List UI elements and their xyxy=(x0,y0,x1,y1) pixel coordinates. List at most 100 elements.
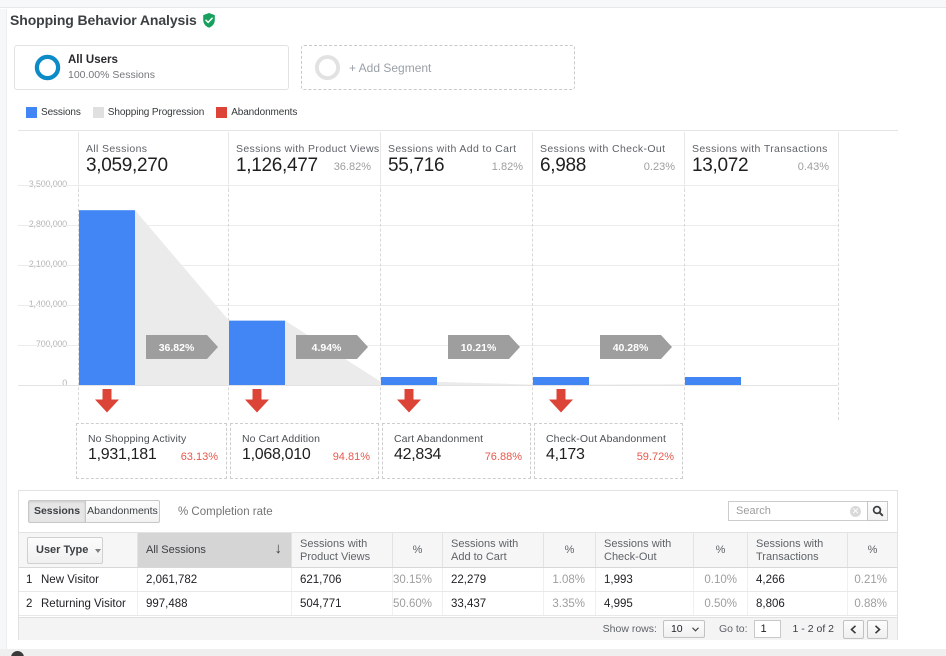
metric-value-cell: 997,488 xyxy=(138,592,292,615)
metric-percent-cell: 0.10% xyxy=(694,568,748,591)
sessions-bar-2[interactable] xyxy=(229,321,285,385)
metric-value-cell: 2,061,782 xyxy=(138,568,292,591)
row-dimension-value: Returning Visitor xyxy=(41,598,126,610)
data-table-card: Sessions Abandonments % Completion rate … xyxy=(18,490,898,640)
column-header-percent[interactable]: % xyxy=(848,533,897,567)
shopping-funnel-chart: 3,500,0002,800,0002,100,0001,400,000700,… xyxy=(18,130,898,478)
search-button[interactable] xyxy=(867,501,888,521)
abandonment-percent: 94.81% xyxy=(333,451,370,463)
tab-abandonments[interactable]: Abandonments xyxy=(86,500,160,523)
row-index: 2 xyxy=(26,598,41,610)
abandonment-card-1: No Shopping Activity1,931,18163.13% xyxy=(76,423,227,479)
legend-label: Shopping Progression xyxy=(108,107,204,118)
next-page-button[interactable] xyxy=(867,620,888,639)
row-index: 1 xyxy=(26,574,41,586)
legend-item-shopping-progression[interactable]: Shopping Progression xyxy=(93,107,204,118)
legend-label: Sessions xyxy=(41,107,81,118)
clear-search-icon[interactable]: ✕ xyxy=(850,506,861,517)
completion-rate-toggle[interactable]: % Completion rate xyxy=(178,506,273,518)
column-header-all-sessions[interactable]: All Sessions ↓ xyxy=(138,533,292,567)
column-header-label: All Sessions xyxy=(146,544,206,557)
column-header-label: Sessions with Add to Cart xyxy=(451,538,518,563)
search-input[interactable] xyxy=(728,501,867,521)
page-title: Shopping Behavior Analysis xyxy=(10,12,197,28)
left-band xyxy=(0,9,7,649)
metric-value-cell: 8,806 xyxy=(748,592,848,615)
sort-descending-icon: ↓ xyxy=(275,542,283,555)
page-bottom-strip xyxy=(0,649,946,656)
metric-percent-cell: 50.60% xyxy=(393,592,443,615)
dimension-selector-button[interactable]: User Type xyxy=(27,537,103,564)
legend-label: Abandonments xyxy=(231,107,297,118)
abandonment-value: 42,834 xyxy=(394,446,441,464)
column-header-label: Sessions with Check-Out xyxy=(604,538,671,563)
column-header-sessions-with-product-views[interactable]: Sessions with Product Views xyxy=(292,533,393,567)
goto-label: Go to: xyxy=(719,623,748,635)
goto-page-input[interactable] xyxy=(754,620,781,638)
abandonment-value: 1,931,181 xyxy=(88,446,156,464)
column-header-percent[interactable]: % xyxy=(544,533,596,567)
progression-shape xyxy=(437,382,533,385)
abandonment-card-4: Check-Out Abandonment4,17359.72% xyxy=(534,423,683,479)
column-header-sessions-with-check-out[interactable]: Sessions with Check-Out xyxy=(596,533,694,567)
report-header: Shopping Behavior Analysis xyxy=(10,11,216,29)
column-header-sessions-with-transactions[interactable]: Sessions with Transactions xyxy=(748,533,848,567)
column-header-label: Sessions with Product Views xyxy=(300,538,370,563)
column-header-label: % xyxy=(716,544,726,557)
add-segment-label: + Add Segment xyxy=(349,61,431,75)
add-segment-button[interactable]: + Add Segment xyxy=(301,45,575,90)
table-tabs: Sessions Abandonments xyxy=(28,500,160,523)
magnifier-icon xyxy=(872,505,884,517)
legend-swatch-icon xyxy=(93,107,104,118)
show-rows-value: 10 xyxy=(671,623,683,635)
transition-percent: 4.94% xyxy=(312,342,342,354)
transition-percent: 36.82% xyxy=(159,342,195,354)
sessions-bar-3[interactable] xyxy=(381,377,437,385)
metric-percent-cell: 0.21% xyxy=(848,568,897,591)
sessions-bar-1[interactable] xyxy=(79,210,135,385)
metric-percent-cell: 0.88% xyxy=(848,592,897,615)
transition-percent: 40.28% xyxy=(613,342,649,354)
table-row: 2Returning Visitor997,488504,77150.60%33… xyxy=(19,592,897,616)
metric-percent-cell: 30.15% xyxy=(393,568,443,591)
row-dimension-cell: 2Returning Visitor xyxy=(19,592,138,615)
metric-value-cell: 4,995 xyxy=(596,592,694,615)
legend-swatch-icon xyxy=(216,107,227,118)
abandonment-arrow-icon xyxy=(245,389,269,413)
abandonment-label: Check-Out Abandonment xyxy=(546,433,666,445)
column-header-label: % xyxy=(413,544,423,557)
previous-page-button[interactable] xyxy=(843,620,864,639)
tab-sessions[interactable]: Sessions xyxy=(28,500,86,523)
chart-legend: Sessions Shopping Progression Abandonments xyxy=(26,107,309,118)
transition-percent: 10.21% xyxy=(461,342,497,354)
metric-value-cell: 4,266 xyxy=(748,568,848,591)
table-row: 1New Visitor2,061,782621,70630.15%22,279… xyxy=(19,568,897,592)
legend-item-sessions[interactable]: Sessions xyxy=(26,107,81,118)
column-header-percent[interactable]: % xyxy=(393,533,443,567)
column-header-label: Sessions with Transactions xyxy=(756,538,823,563)
column-header-sessions-with-add-to-cart[interactable]: Sessions with Add to Cart xyxy=(443,533,544,567)
abandonment-value: 4,173 xyxy=(546,446,585,464)
metric-percent-cell: 3.35% xyxy=(544,592,596,615)
pagination-range: 1 - 2 of 2 xyxy=(793,623,834,635)
metric-value-cell: 33,437 xyxy=(443,592,544,615)
segment-donut-icon xyxy=(34,54,61,81)
sessions-bar-5[interactable] xyxy=(685,377,741,385)
abandonment-value: 1,068,010 xyxy=(242,446,310,464)
metric-percent-cell: 0.50% xyxy=(694,592,748,615)
show-rows-select[interactable]: 10 xyxy=(663,620,705,638)
metric-value-cell: 22,279 xyxy=(443,568,544,591)
data-table: User Type All Sessions ↓ Sessions with Prod… xyxy=(19,532,897,616)
sessions-bar-4[interactable] xyxy=(533,377,589,385)
progression-shape xyxy=(589,384,685,385)
table-pagination: Show rows: 10 Go to: 1 - 2 of 2 xyxy=(19,617,897,640)
segment-chip-all-users[interactable]: All Users 100.00% Sessions xyxy=(14,45,289,90)
abandonment-card-2: No Cart Addition1,068,01094.81% xyxy=(230,423,379,479)
column-header-user-type[interactable]: User Type xyxy=(19,533,138,567)
column-header-percent[interactable]: % xyxy=(694,533,748,567)
abandonment-label: No Shopping Activity xyxy=(88,433,186,445)
legend-item-abandonments[interactable]: Abandonments xyxy=(216,107,297,118)
chevron-down-icon xyxy=(692,627,699,632)
abandonment-card-3: Cart Abandonment42,83476.88% xyxy=(382,423,531,479)
chevron-left-icon xyxy=(850,625,857,634)
